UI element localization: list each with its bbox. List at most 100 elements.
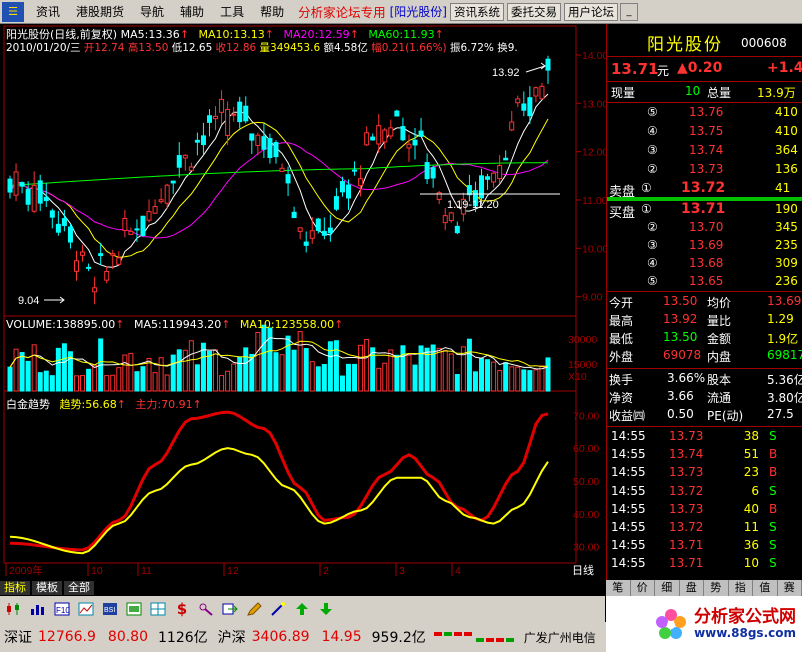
bid-price: 13.70: [689, 220, 724, 234]
right-tabs: 笔 价 细 盘 势 指 值 赛: [606, 580, 802, 596]
trend-icon[interactable]: [76, 599, 96, 619]
export-icon[interactable]: [220, 599, 240, 619]
stat-value: 1.9亿: [767, 332, 799, 346]
svg-text:BSI: BSI: [104, 607, 115, 614]
grid-icon[interactable]: [148, 599, 168, 619]
candle-body: [333, 196, 339, 210]
candle-body: [521, 103, 527, 111]
tab-indicator[interactable]: 指标: [0, 581, 30, 595]
price-pct: +1.4: [767, 60, 802, 76]
volume-bar: [364, 338, 370, 392]
volume-bar: [231, 363, 237, 392]
candle-body: [503, 157, 509, 161]
bar-chart-icon[interactable]: [28, 599, 48, 619]
date-label: 4: [455, 565, 461, 577]
volume-bar: [346, 363, 352, 392]
volume-title: VOLUME:138895.00: [6, 318, 116, 331]
vol-ma5-label: MA5:119943.20: [133, 318, 222, 331]
pencil-icon[interactable]: [244, 599, 264, 619]
bsi-icon[interactable]: BSI: [100, 599, 120, 619]
volume-axis-label: X10: [568, 371, 587, 383]
bid-level: ⑤: [647, 274, 658, 288]
volume-bar: [43, 370, 49, 392]
tools-icon[interactable]: [196, 599, 216, 619]
menu-help[interactable]: 帮助: [252, 3, 292, 20]
volume-bar: [436, 347, 442, 392]
stat-label: 量比: [707, 314, 732, 328]
candle-body: [188, 166, 194, 171]
stat2-value: 3.66%: [667, 371, 706, 385]
down-arrow-icon[interactable]: [316, 599, 336, 619]
stat-label: 均价: [707, 296, 732, 310]
stat2-value: 27.5: [767, 407, 794, 421]
tab-template[interactable]: 模板: [32, 581, 62, 595]
menu-navigate[interactable]: 导航: [132, 3, 172, 20]
kline-icon[interactable]: [4, 599, 24, 619]
rtab-sai[interactable]: 赛: [777, 580, 802, 596]
ask-vol: 364: [775, 143, 798, 157]
ask-row: ⑤ 13.76 410: [607, 104, 802, 122]
stat2-row: 换手 3.66% 股本 5.36亿: [607, 370, 802, 388]
rtab-zhi[interactable]: 指: [728, 580, 753, 596]
dollar-icon[interactable]: $: [172, 599, 192, 619]
price-change: ▲0.20: [677, 60, 723, 76]
menu-tools[interactable]: 工具: [212, 3, 252, 20]
rtab-jia[interactable]: 价: [630, 580, 655, 596]
candle-body: [388, 127, 394, 137]
price-axis-label: 12.00: [582, 147, 605, 159]
menu-hk-futures[interactable]: 港股期货: [68, 3, 132, 20]
stat-value: 13.69: [767, 294, 802, 308]
up-arrow-icon[interactable]: [292, 599, 312, 619]
candle-body: [448, 212, 454, 222]
tick-row: 14:55 13.72 6 S: [607, 483, 802, 501]
stat-label: 内盘: [707, 350, 732, 364]
rtab-xi[interactable]: 细: [655, 580, 680, 596]
indicator-main-label: 主力:70.91: [135, 398, 193, 411]
menu-bar: ☰ 资讯 港股期货 导航 辅助 工具 帮助 分析家论坛专用 [阳光股份] 资讯系…: [0, 0, 802, 24]
candle-body: [243, 105, 249, 122]
f10-icon[interactable]: F10: [52, 599, 72, 619]
info-amount: 额4.58亿: [323, 42, 368, 54]
tick-time: 14:55: [611, 483, 646, 498]
volume-bar: [509, 366, 515, 392]
tick-side: S: [769, 429, 777, 443]
rtab-pan[interactable]: 盘: [679, 580, 704, 596]
candle-body: [25, 188, 31, 205]
price-axis-label: 10.00: [582, 243, 605, 255]
candle-body: [98, 253, 104, 257]
tick-side: B: [769, 501, 778, 516]
user-forum-button[interactable]: 用户论坛: [563, 2, 618, 21]
rtab-bi[interactable]: 笔: [606, 580, 631, 596]
kline-chart[interactable]: 14.00 13.00 12.00 11.00 10.00 9.00 30000 15000X…: [0, 24, 605, 580]
trade-button[interactable]: 委托交易: [506, 2, 561, 21]
zongliang-value: 13.9万: [757, 86, 796, 100]
volume-bar: [279, 354, 285, 392]
minimize-icon[interactable]: _: [619, 2, 638, 21]
news-system-button[interactable]: 资讯系统: [449, 2, 504, 21]
volume-bar: [13, 348, 19, 392]
vol-ma10-label: MA10:123558.00: [239, 318, 335, 331]
tab-all[interactable]: 全部: [64, 581, 94, 595]
rtab-shi[interactable]: 势: [704, 580, 729, 596]
logo-url: www.88gs.com: [694, 626, 796, 640]
volume-bar: [491, 361, 497, 392]
svg-text:F10: F10: [56, 606, 70, 615]
menu-news[interactable]: 资讯: [28, 3, 68, 20]
compare-icon[interactable]: [124, 599, 144, 619]
app-logo-icon[interactable]: ☰: [2, 1, 24, 22]
candle-body: [219, 98, 225, 113]
tick-price: 13.72: [669, 483, 704, 498]
volume-bar: [297, 331, 303, 392]
date-label: 2: [323, 565, 329, 577]
menu-assist[interactable]: 辅助: [172, 3, 212, 20]
volume-bar: [140, 366, 146, 392]
rtab-zhi2[interactable]: 值: [753, 580, 778, 596]
stat-label: 今开: [609, 296, 634, 310]
bid-row: 买盘 ① 13.71 190: [607, 201, 802, 221]
bid-vol: 309: [775, 256, 798, 270]
candle-body: [509, 121, 515, 131]
volume-bar: [315, 366, 321, 392]
tick-vol: 10: [743, 556, 759, 571]
indicator-axis-label: 50.00: [573, 476, 599, 488]
magic-icon[interactable]: [268, 599, 288, 619]
